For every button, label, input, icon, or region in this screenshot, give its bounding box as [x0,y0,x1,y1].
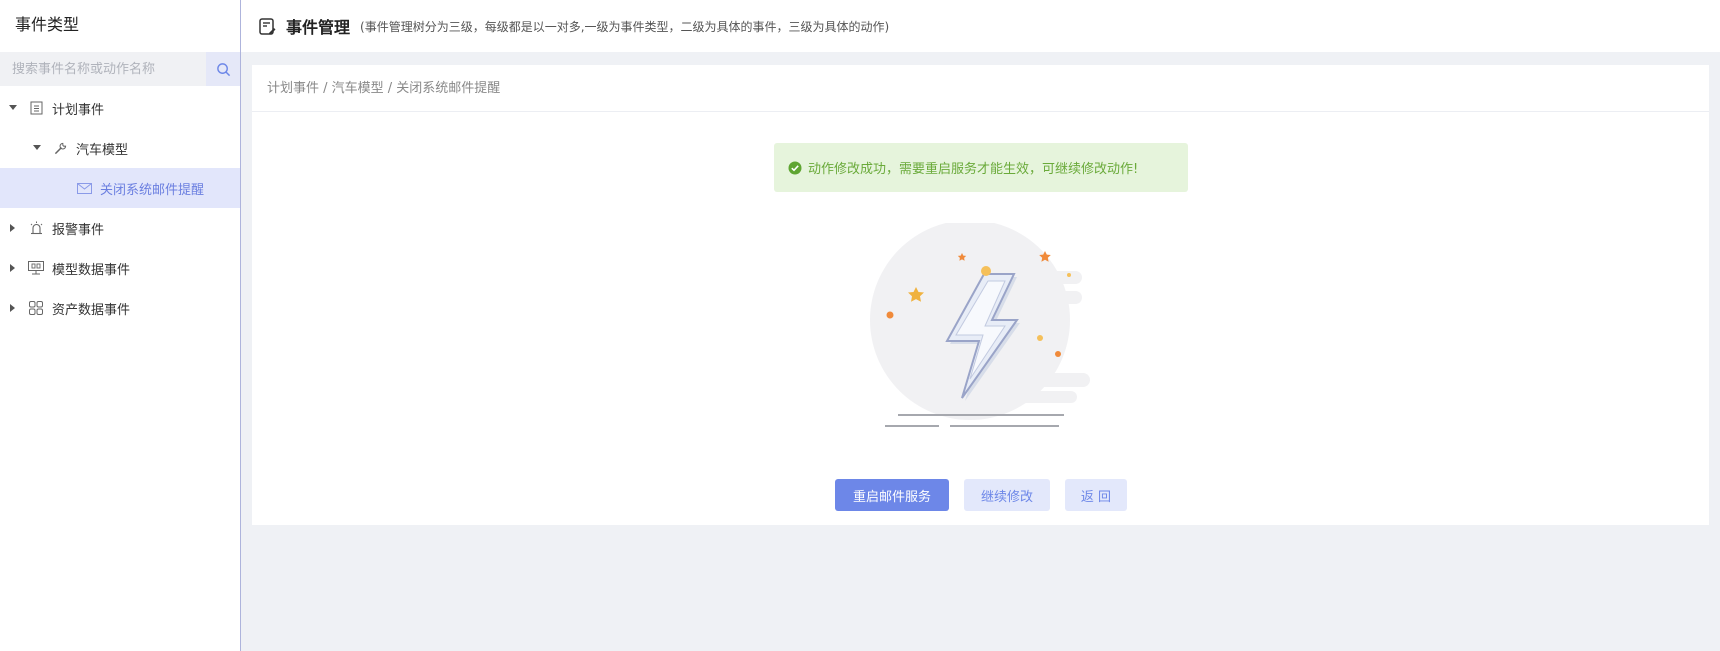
tree-item-label: 关闭系统邮件提醒 [100,182,205,198]
caret-right-icon[interactable] [8,263,18,273]
restart-mail-service-button[interactable]: 重启邮件服务 [835,479,949,511]
page-title: 事件管理 [286,18,351,37]
page-header: 事件管理 (事件管理树分为三级，每级都是以一对多,一级为事件类型，二级为具体的事… [241,0,1720,52]
tree-item-close-mail-alert[interactable]: 关闭系统邮件提醒 [0,168,240,208]
search-bar [0,52,240,86]
continue-edit-button[interactable]: 继续修改 [964,479,1050,511]
tree-item-label: 模型数据事件 [52,262,131,278]
tree-item-label: 汽车模型 [76,142,129,158]
caret-right-icon[interactable] [8,223,18,233]
page-description: (事件管理树分为三级，每级都是以一对多,一级为事件类型，二级为具体的事件，三级为… [360,19,890,34]
tree-item-asset-data-event[interactable]: 资产数据事件 [0,288,240,328]
lightning-illustration [870,223,1090,427]
tree-item-alarm-event[interactable]: 报警事件 [0,208,240,248]
back-button[interactable]: 返 回 [1065,479,1127,511]
search-button[interactable] [206,52,240,86]
search-icon [216,62,230,76]
event-tree: 计划事件 汽车模型 关闭系统邮件提醒 报警事件 模型数据事件 资产数据事件 [0,88,240,328]
search-input[interactable] [0,52,206,86]
alarm-icon [28,220,44,236]
tree-item-label: 报警事件 [52,222,105,238]
tree-item-label: 计划事件 [52,102,105,118]
wrench-icon [52,140,68,156]
sidebar: 事件类型 计划事件 汽车模型 [0,0,241,651]
tree-item-car-model[interactable]: 汽车模型 [0,128,240,168]
main-card: 计划事件 / 汽车模型 / 关闭系统邮件提醒 动作修改成功，需要重启服务才能生效… [252,65,1709,525]
breadcrumb: 计划事件 / 汽车模型 / 关闭系统邮件提醒 [252,65,1709,112]
caret-right-icon[interactable] [8,303,18,313]
monitor-icon [28,260,44,276]
clipboard-edit-icon [259,17,276,35]
success-alert: 动作修改成功，需要重启服务才能生效，可继续修改动作! [774,143,1188,192]
tree-item-label: 资产数据事件 [52,302,131,318]
tree-item-plan-event[interactable]: 计划事件 [0,88,240,128]
document-icon [28,100,44,116]
mail-icon [76,180,92,196]
action-buttons: 重启邮件服务 继续修改 返 回 [835,479,1127,511]
caret-down-icon[interactable] [8,103,18,113]
sidebar-title: 事件类型 [15,15,80,34]
check-circle-icon [788,161,802,174]
grid-icon [28,300,44,316]
alert-message: 动作修改成功，需要重启服务才能生效，可继续修改动作! [808,162,1139,177]
tree-item-model-data-event[interactable]: 模型数据事件 [0,248,240,288]
caret-down-icon[interactable] [32,143,42,153]
